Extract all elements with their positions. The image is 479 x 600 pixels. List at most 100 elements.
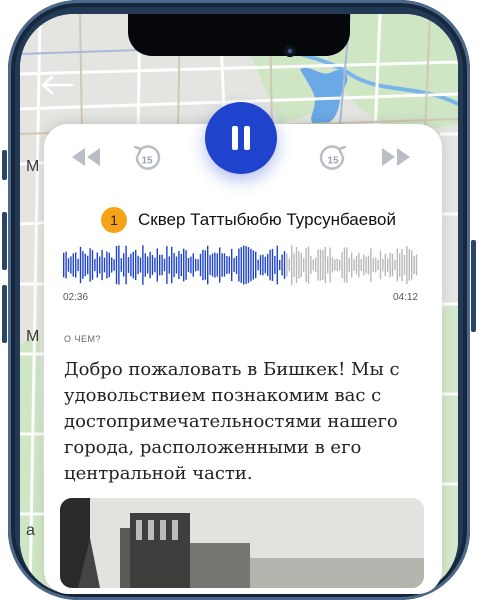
waveform-bar-played xyxy=(171,246,173,284)
waveform-bar-remaining xyxy=(355,255,358,275)
waveform-bar-played xyxy=(199,253,202,277)
waveform-bar-played xyxy=(187,257,190,273)
waveform-bar-played xyxy=(223,253,226,277)
waveform-bar-played xyxy=(269,249,271,281)
track-title: Сквер Таттыбюбю Турсунбаевой xyxy=(138,210,397,229)
waveform-bar-remaining xyxy=(377,259,379,270)
waveform-bar-played xyxy=(250,248,252,282)
waveform-bar-played xyxy=(276,245,278,285)
waveform-bar-remaining xyxy=(391,253,394,277)
waveform-bar-played xyxy=(255,251,257,279)
waveform-bar-played xyxy=(120,258,122,272)
waveform-bar-remaining xyxy=(358,252,360,278)
waveform-bar-played xyxy=(274,255,276,274)
waveform-bar-played xyxy=(159,254,161,276)
waveform-bar-played xyxy=(125,245,127,285)
phone-side-button-left-2 xyxy=(2,212,7,270)
waveform-bar-played xyxy=(267,254,269,276)
waveform-bar-remaining xyxy=(303,258,305,272)
audio-waveform-scrubber[interactable] xyxy=(63,243,419,287)
waveform-bar-played xyxy=(103,257,106,273)
waveform-bar-remaining xyxy=(343,247,346,283)
fast-forward-button[interactable] xyxy=(380,146,412,173)
waveform-bar-played xyxy=(214,252,216,278)
waveform-bar-remaining xyxy=(315,257,317,273)
waveform-bar-remaining xyxy=(396,248,398,282)
waveform-bar-remaining xyxy=(346,247,348,283)
waveform-bar-played xyxy=(67,258,70,272)
waveform-bar-remaining xyxy=(399,253,401,277)
waveform-bar-remaining xyxy=(291,245,293,285)
waveform-bar-played xyxy=(79,246,82,284)
waveform-bar-played xyxy=(108,252,110,278)
waveform-bar-remaining xyxy=(387,258,389,272)
pause-button[interactable] xyxy=(205,102,277,174)
forward-15-button[interactable]: 15 xyxy=(318,144,348,179)
description-text: Добро пожаловать в Бишкек! Мы с удовольс… xyxy=(64,359,400,484)
waveform-bar-played xyxy=(211,253,214,277)
waveform-bar-remaining xyxy=(411,250,413,280)
waveform-bar-played xyxy=(202,249,204,281)
waveform-bar-remaining xyxy=(403,254,406,276)
waveform-bar-played xyxy=(156,248,158,282)
waveform-bar-remaining xyxy=(293,253,295,277)
waveform-bar-played xyxy=(89,248,91,282)
waveform-bar-played xyxy=(130,253,132,277)
forward-15-icon: 15 xyxy=(319,145,347,170)
waveform-bar-remaining xyxy=(298,251,300,279)
waveform-bar-remaining xyxy=(334,259,336,271)
waveform-bar-played xyxy=(154,257,156,273)
waveform-bar-remaining xyxy=(389,252,391,278)
waveform-bar-remaining xyxy=(331,257,334,273)
waveform-bar-played xyxy=(147,256,149,274)
waveform-bar-played xyxy=(178,250,180,280)
waveform-bar-played xyxy=(190,256,192,274)
waveform-bar-played xyxy=(111,257,113,273)
waveform-bar-remaining xyxy=(286,253,288,277)
waveform-bar-played xyxy=(233,258,235,273)
waveform-bar-played xyxy=(243,245,245,285)
map-label: a xyxy=(26,522,35,539)
waveform-bar-played xyxy=(257,259,259,271)
waveform-bar-played xyxy=(207,245,209,285)
skip-forward-seconds: 15 xyxy=(327,156,339,167)
waveform-bar-played xyxy=(281,254,283,276)
waveform-bar-played xyxy=(135,249,137,281)
waveform-bar-played xyxy=(84,253,86,277)
waveform-bar-played xyxy=(113,259,115,271)
section-label: О ЧЕМ? xyxy=(64,334,102,344)
waveform-bar-played xyxy=(65,251,67,279)
waveform-bar-remaining xyxy=(312,259,314,271)
waveform-bar-played xyxy=(72,253,74,277)
waveform-bar-played xyxy=(264,256,266,274)
waveform-bar-played xyxy=(137,255,139,275)
waveform-bar-played xyxy=(192,253,194,277)
waveform-bar-played xyxy=(228,256,230,274)
waveform-bar-played xyxy=(118,245,120,285)
waveform-bar-remaining xyxy=(288,258,290,272)
waveform-bar-played xyxy=(204,250,206,280)
waveform-bar-played xyxy=(101,249,103,281)
replay-15-button[interactable]: 15 xyxy=(132,144,162,179)
rewind-button[interactable] xyxy=(70,146,102,173)
waveform-bar-remaining xyxy=(370,248,372,282)
waveform-bar-played xyxy=(175,256,178,274)
waveform-bar-remaining xyxy=(384,253,386,277)
waveform-bar-played xyxy=(271,248,274,282)
waveform-bar-remaining xyxy=(351,252,353,278)
waveform-bar-played xyxy=(262,254,264,276)
waveform-bar-remaining xyxy=(382,258,384,272)
waveform-bar-played xyxy=(216,253,218,277)
waveform-bar-remaining xyxy=(408,249,410,281)
replay-15-icon: 15 xyxy=(133,145,161,170)
back-button[interactable] xyxy=(40,68,74,100)
waveform-bar-played xyxy=(226,256,228,274)
waveform-bar-played xyxy=(70,256,72,274)
map-label: M xyxy=(26,328,40,345)
waveform-bar-played xyxy=(163,258,166,272)
phone-side-button-left-3 xyxy=(2,285,7,343)
waveform-bar-played xyxy=(106,251,108,279)
track-number-badge: 1 xyxy=(101,207,127,233)
arrow-left-icon xyxy=(41,75,74,95)
waveform-bar-played xyxy=(259,255,262,275)
